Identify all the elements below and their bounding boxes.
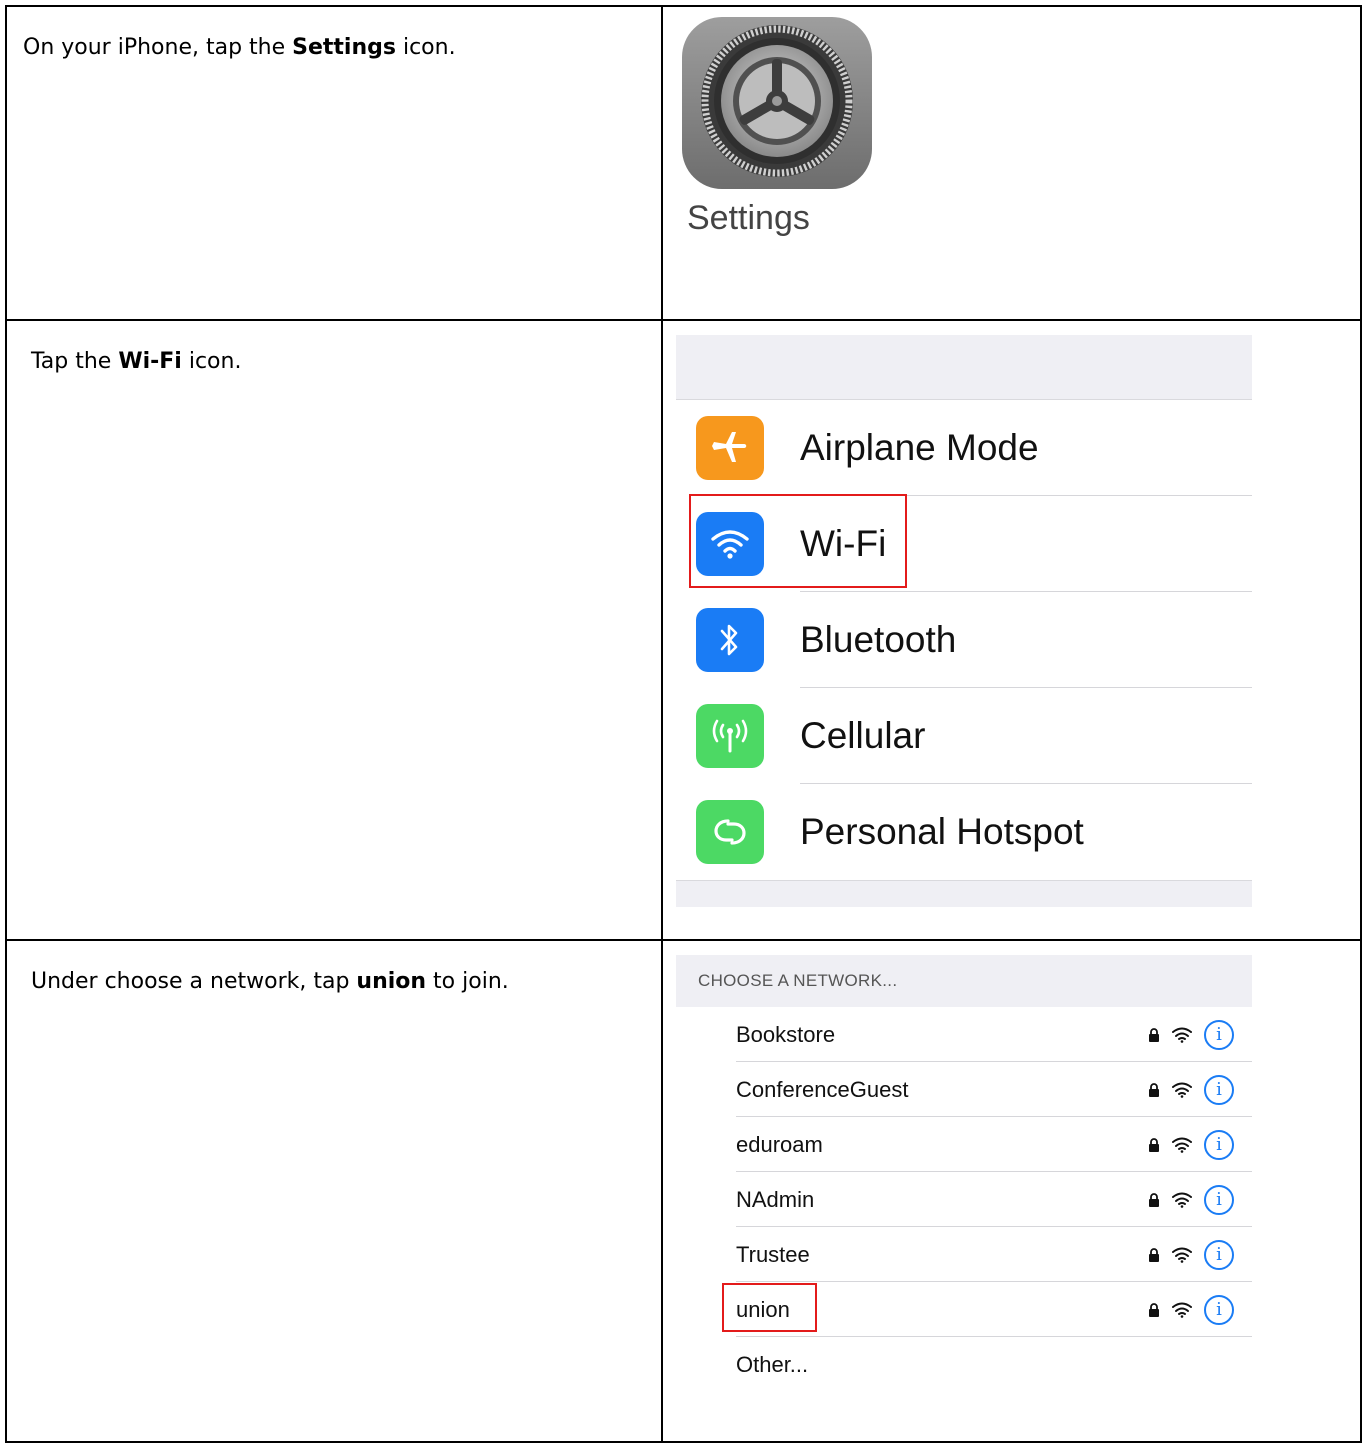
settings-app-tile[interactable] — [682, 17, 872, 189]
step-1-instruction: On your iPhone, tap the Settings icon. — [7, 7, 661, 61]
network-row-conferenceguest[interactable]: ConferenceGuest i — [676, 1062, 1252, 1117]
instructions-table: On your iPhone, tap the Settings icon. S… — [5, 5, 1362, 1443]
info-icon[interactable]: i — [1204, 1184, 1234, 1215]
instruction-text: icon. — [395, 35, 456, 60]
info-icon[interactable]: i — [1204, 1019, 1234, 1050]
wifi-signal-icon — [1172, 1302, 1192, 1318]
network-row-eduroam[interactable]: eduroam i — [676, 1117, 1252, 1172]
step-3-image-cell: CHOOSE A NETWORK... Bookstore i Conferen… — [661, 939, 1362, 1443]
info-icon[interactable]: i — [1204, 1294, 1234, 1325]
wifi-signal-icon — [1172, 1137, 1192, 1153]
step-row-3: Under choose a network, tap union to joi… — [5, 939, 1362, 1443]
lock-icon — [1149, 1137, 1159, 1152]
network-name: NAdmin — [736, 1186, 815, 1212]
lock-icon — [1149, 1082, 1159, 1097]
bluetooth-icon — [696, 608, 764, 672]
wifi-signal-icon — [1172, 1027, 1192, 1043]
settings-item-label: Personal Hotspot — [800, 811, 1084, 852]
gear-icon — [699, 23, 855, 184]
settings-app-label: Settings — [687, 199, 810, 237]
info-icon[interactable]: i — [1204, 1239, 1234, 1270]
step-3-text-cell: Under choose a network, tap union to joi… — [5, 939, 663, 1443]
network-name: Trustee — [736, 1241, 810, 1267]
network-name: Other... — [736, 1351, 809, 1377]
settings-item-bluetooth[interactable]: Bluetooth — [676, 592, 1252, 688]
settings-item-airplane-mode[interactable]: Airplane Mode — [676, 400, 1252, 496]
instruction-text: icon. — [181, 349, 242, 374]
airplane-icon — [696, 416, 764, 480]
step-2-instruction: Tap the Wi-Fi icon. — [7, 321, 661, 375]
lock-icon — [1149, 1247, 1159, 1262]
wifi-icon — [696, 512, 764, 576]
lock-icon — [1149, 1302, 1159, 1317]
network-name: eduroam — [736, 1131, 823, 1157]
settings-app[interactable]: Settings — [663, 7, 875, 238]
step-1-image-cell: Settings — [661, 5, 1362, 321]
antenna-icon — [696, 704, 764, 768]
step-3-instruction: Under choose a network, tap union to joi… — [7, 941, 661, 995]
settings-item-cellular[interactable]: Cellular — [676, 688, 1252, 784]
network-name: union — [736, 1296, 790, 1322]
instruction-bold: Settings — [292, 35, 396, 60]
settings-item-personal-hotspot[interactable]: Personal Hotspot — [676, 784, 1252, 880]
instruction-bold: Wi-Fi — [118, 349, 182, 374]
step-2-text-cell: Tap the Wi-Fi icon. — [5, 319, 663, 941]
wifi-signal-icon — [1172, 1082, 1192, 1098]
wifi-signal-icon — [1172, 1192, 1192, 1208]
group-spacer — [676, 335, 1252, 400]
network-row-other[interactable]: Other... — [676, 1337, 1252, 1392]
settings-item-label: Airplane Mode — [800, 427, 1039, 468]
network-list-header: CHOOSE A NETWORK... — [676, 955, 1252, 1007]
lock-icon — [1149, 1027, 1159, 1042]
instruction-text: On your iPhone, tap the — [23, 35, 293, 60]
settings-item-label: Cellular — [800, 715, 926, 756]
hotspot-icon — [696, 800, 764, 864]
step-2-image-cell: Airplane Mode Wi-Fi Bluetooth Cellular P… — [661, 319, 1362, 941]
settings-item-label: Wi-Fi — [800, 523, 887, 564]
instruction-bold: union — [356, 969, 427, 994]
settings-list: Airplane Mode Wi-Fi Bluetooth Cellular P… — [676, 335, 1252, 907]
group-spacer — [676, 880, 1252, 907]
network-name: Bookstore — [736, 1021, 836, 1047]
step-row-1: On your iPhone, tap the Settings icon. S… — [5, 5, 1362, 321]
network-row-bookstore[interactable]: Bookstore i — [676, 1007, 1252, 1062]
settings-item-label: Bluetooth — [800, 619, 957, 660]
network-row-union[interactable]: union i — [676, 1282, 1252, 1337]
network-row-nadmin[interactable]: NAdmin i — [676, 1172, 1252, 1227]
instruction-text: Tap the — [31, 349, 119, 374]
info-icon[interactable]: i — [1204, 1129, 1234, 1160]
info-icon[interactable]: i — [1204, 1074, 1234, 1105]
step-row-2: Tap the Wi-Fi icon. Airplane Mode Wi-Fi … — [5, 319, 1362, 941]
instruction-text: Under choose a network, tap — [31, 969, 357, 994]
network-name: ConferenceGuest — [736, 1076, 909, 1102]
network-row-trustee[interactable]: Trustee i — [676, 1227, 1252, 1282]
step-1-text-cell: On your iPhone, tap the Settings icon. — [5, 5, 663, 321]
lock-icon — [1149, 1192, 1159, 1207]
instruction-text: to join. — [426, 969, 509, 994]
settings-item-wifi[interactable]: Wi-Fi — [676, 494, 1252, 592]
network-list: CHOOSE A NETWORK... Bookstore i Conferen… — [676, 955, 1252, 1392]
wifi-signal-icon — [1172, 1247, 1192, 1263]
